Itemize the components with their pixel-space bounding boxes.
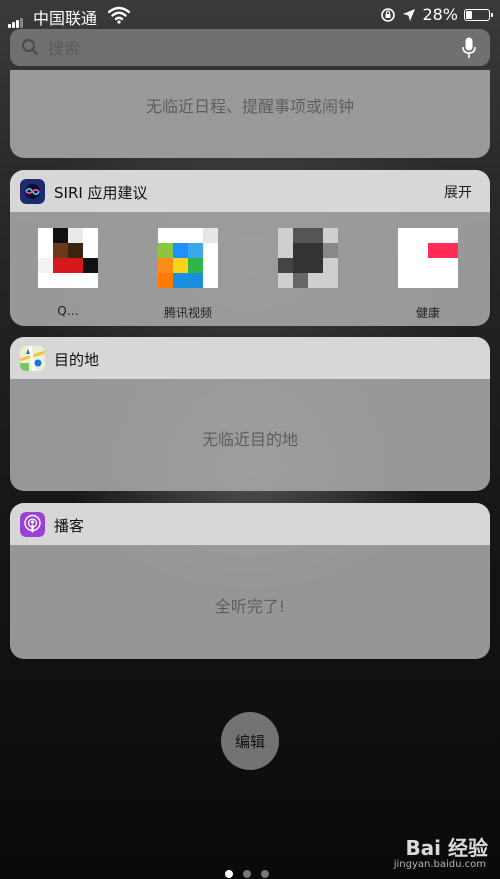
app-label: 腾讯视频 <box>163 306 212 320</box>
page-dot[interactable] <box>261 870 269 878</box>
podcasts-header: 播客 <box>10 503 490 545</box>
page-dot-active[interactable] <box>225 870 233 878</box>
up-next-widget: 无临近日程、提醒事项或闹钟 <box>10 70 490 158</box>
search-input[interactable] <box>46 35 450 61</box>
destinations-header: 目的地 <box>10 337 490 379</box>
destinations-empty-text: 无临近目的地 <box>201 430 298 449</box>
search-bar[interactable] <box>10 29 490 66</box>
battery-percent: 28% <box>422 5 458 24</box>
podcasts-empty-text: 全听完了! <box>214 597 286 616</box>
suggested-app-qq[interactable]: Q… <box>28 228 108 326</box>
siri-suggestions-widget: SIRI 应用建议 展开 Q… 腾讯视频 健康 <box>10 170 490 326</box>
edit-button[interactable]: 编辑 <box>221 712 279 770</box>
battery-icon <box>464 8 493 21</box>
app-label: 健康 <box>415 306 440 320</box>
page-dot[interactable] <box>243 870 251 878</box>
wifi-icon <box>108 6 130 24</box>
microphone-icon[interactable] <box>462 37 476 59</box>
podcasts-icon <box>20 512 45 537</box>
siri-suggestions-header: SIRI 应用建议 展开 <box>10 170 490 212</box>
baidu-url: jingyan.baidu.com <box>393 859 486 870</box>
carrier-name: 中国联通 <box>33 9 98 28</box>
app-label: Q… <box>57 304 79 318</box>
siri-suggestions-title: SIRI 应用建议 <box>54 184 148 202</box>
blurred-app-icon <box>278 228 338 288</box>
rotation-lock-icon <box>381 7 396 22</box>
maps-destinations-widget: 目的地 无临近目的地 <box>10 337 490 491</box>
up-next-empty-text: 无临近日程、提醒事项或闹钟 <box>145 97 354 116</box>
suggested-app-tencent-video[interactable]: 腾讯视频 <box>148 228 228 326</box>
location-arrow-icon <box>403 8 416 21</box>
page-indicator[interactable] <box>225 870 269 878</box>
qq-app-icon <box>38 228 98 288</box>
tencent-video-app-icon <box>158 228 218 288</box>
podcasts-title: 播客 <box>54 517 85 535</box>
health-app-icon <box>398 228 458 288</box>
siri-icon <box>20 179 45 204</box>
app-suggestion-list: Q… 腾讯视频 健康 <box>10 212 490 326</box>
podcasts-widget: 播客 全听完了! <box>10 503 490 659</box>
cellular-signal-icon <box>8 9 24 28</box>
destinations-title: 目的地 <box>54 351 100 369</box>
search-icon <box>22 39 38 55</box>
suggested-app-3[interactable] <box>268 228 348 326</box>
status-bar: 中国联通 28% <box>0 0 500 30</box>
baidu-logo: Bai 经验 <box>405 836 488 860</box>
suggested-app-health[interactable]: 健康 <box>388 228 468 326</box>
show-more-button[interactable]: 展开 <box>444 182 472 202</box>
maps-icon <box>20 346 45 371</box>
